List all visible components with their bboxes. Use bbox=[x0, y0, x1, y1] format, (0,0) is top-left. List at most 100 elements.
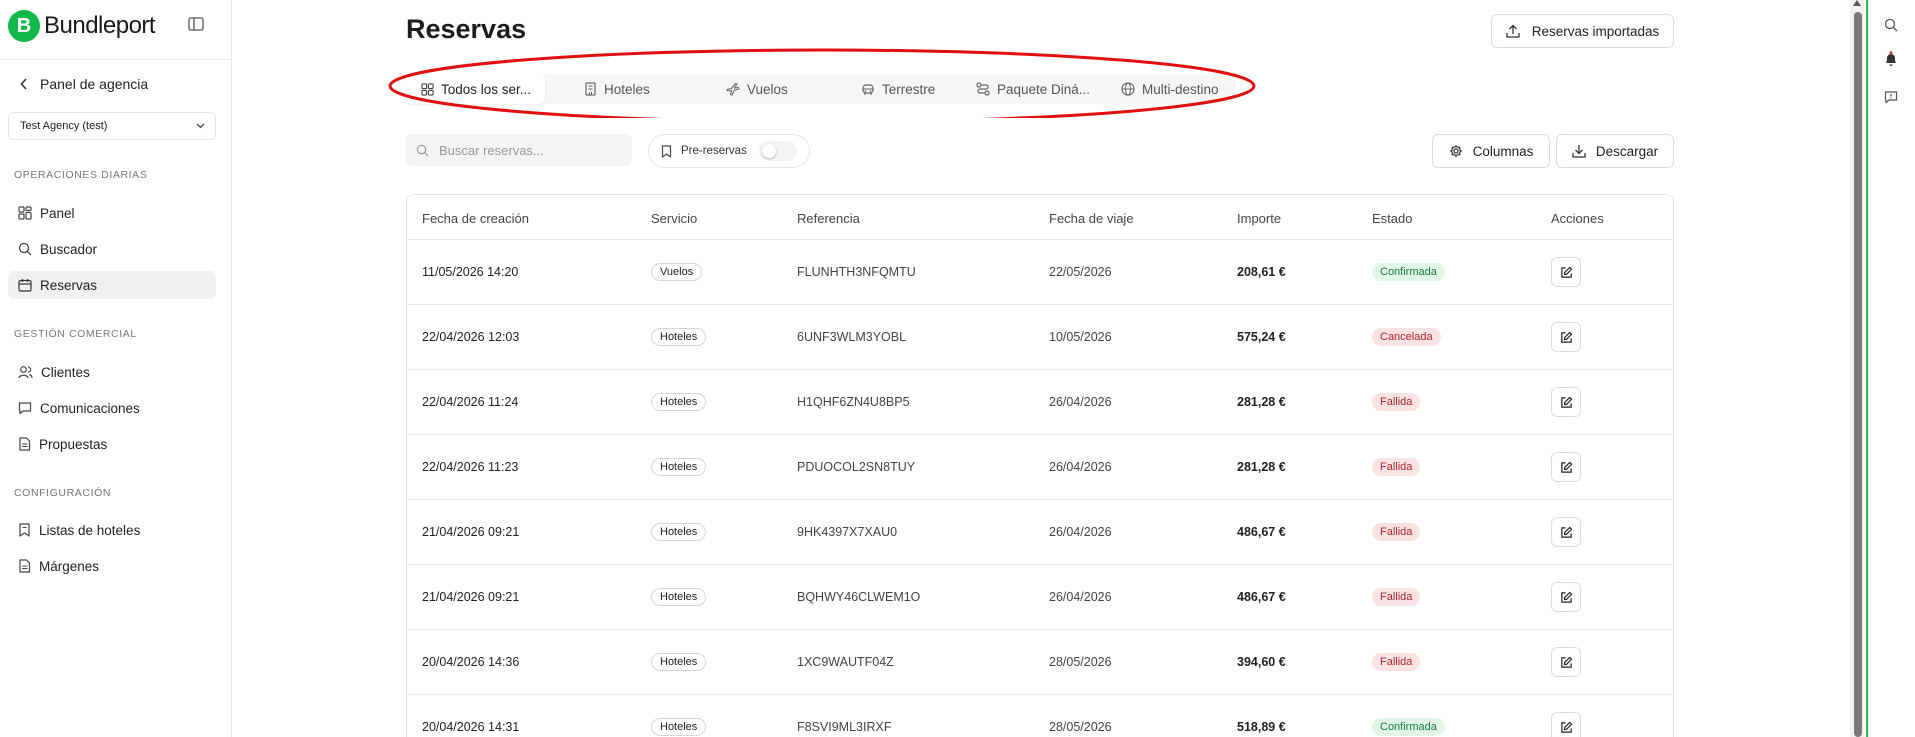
back-to-agency-panel[interactable]: Panel de agencia bbox=[20, 76, 148, 92]
edit-booking-button[interactable] bbox=[1551, 647, 1581, 677]
search-input[interactable] bbox=[439, 142, 619, 158]
created-date-cell: 22/04/2026 12:03 bbox=[422, 330, 520, 344]
status-badge: Fallida bbox=[1372, 458, 1421, 476]
sidebar-item-comunicaciones[interactable]: Comunicaciones bbox=[8, 394, 216, 422]
amount-cell: 208,61 € bbox=[1237, 265, 1286, 279]
sidebar-divider bbox=[0, 59, 231, 60]
sidebar-item-label: Comunicaciones bbox=[40, 400, 140, 416]
chevron-down-icon bbox=[196, 123, 205, 129]
document-icon bbox=[19, 437, 31, 451]
edit-booking-button[interactable] bbox=[1551, 582, 1581, 612]
table-header: Fecha de creación Servicio Referencia Fe… bbox=[407, 195, 1673, 240]
table-row[interactable]: 20/04/2026 14:31 Hoteles F8SVI9ML3IRXF 28/0… bbox=[407, 695, 1673, 737]
service-badge: Hoteles bbox=[651, 523, 707, 541]
sidebar-item-label: Reservas bbox=[40, 277, 98, 293]
tab-multi-destination[interactable]: Multi-destino bbox=[1121, 74, 1219, 104]
tab-label: Paquete Diná... bbox=[997, 81, 1091, 97]
tab-label: Todos los ser... bbox=[441, 81, 532, 97]
page-title: Reservas bbox=[406, 14, 527, 44]
edit-booking-button[interactable] bbox=[1551, 387, 1581, 417]
sidebar-item-label: Panel bbox=[40, 205, 75, 221]
sidebar-item-clientes[interactable]: Clientes bbox=[8, 358, 216, 386]
agency-select[interactable]: Test Agency (test) bbox=[8, 112, 216, 140]
table-row[interactable]: 22/04/2026 11:23 Hoteles PDUOCOL2SN8TUY 26/… bbox=[407, 435, 1673, 500]
edit-booking-button[interactable] bbox=[1551, 257, 1581, 287]
sidebar-item-panel[interactable]: Panel bbox=[8, 199, 216, 227]
sidebar-item-buscador[interactable]: Buscador bbox=[8, 235, 216, 263]
bookmark-icon bbox=[661, 144, 672, 158]
amount-cell: 486,67 € bbox=[1237, 525, 1286, 539]
column-header: Importe bbox=[1237, 211, 1282, 226]
created-date-cell: 22/04/2026 11:24 bbox=[422, 395, 519, 409]
sidebar-item-margenes[interactable]: Márgenes bbox=[8, 552, 216, 580]
search-box[interactable] bbox=[406, 134, 632, 166]
tab-all-services[interactable]: Todos los ser... bbox=[406, 74, 546, 104]
search-icon[interactable] bbox=[1882, 16, 1900, 34]
amount-cell: 394,60 € bbox=[1237, 655, 1286, 669]
edit-booking-button[interactable] bbox=[1551, 517, 1581, 547]
columns-label: Columnas bbox=[1472, 143, 1534, 159]
service-badge: Hoteles bbox=[651, 393, 707, 411]
travel-date-cell: 26/04/2026 bbox=[1049, 460, 1112, 474]
bookmark-list-icon bbox=[19, 523, 30, 537]
sidebar-item-label: Márgenes bbox=[39, 558, 100, 574]
reference-cell: F8SVI9ML3IRXF bbox=[797, 720, 892, 734]
reference-cell: 9HK4397X7XAU0 bbox=[797, 525, 898, 539]
service-badge: Hoteles bbox=[651, 718, 707, 736]
prebook-toggle[interactable] bbox=[758, 141, 797, 161]
section-label-commercial: GESTIÓN COMERCIAL bbox=[14, 328, 137, 340]
edit-icon bbox=[1560, 461, 1572, 473]
status-badge: Fallida bbox=[1372, 653, 1421, 671]
grid-icon bbox=[18, 206, 32, 220]
route-icon bbox=[976, 82, 990, 96]
download-icon bbox=[1572, 145, 1586, 158]
sidebar-toggle-icon[interactable] bbox=[188, 17, 206, 33]
table-row[interactable]: 22/04/2026 11:24 Hoteles H1QHF6ZN4U8BP5 26/… bbox=[407, 370, 1673, 435]
sidebar-item-listas-hoteles[interactable]: Listas de hoteles bbox=[8, 516, 216, 544]
sidebar-item-propuestas[interactable]: Propuestas bbox=[8, 430, 216, 458]
prebook-filter[interactable]: Pre-reservas bbox=[648, 134, 810, 168]
download-button[interactable]: Descargar bbox=[1556, 134, 1674, 168]
tab-flights[interactable]: Vuelos bbox=[726, 74, 788, 104]
amount-cell: 281,28 € bbox=[1237, 395, 1286, 409]
edit-icon bbox=[1560, 526, 1572, 538]
imported-bookings-button[interactable]: Reservas importadas bbox=[1491, 14, 1674, 48]
right-tool-panel bbox=[1868, 0, 1915, 737]
created-date-cell: 20/04/2026 14:31 bbox=[422, 720, 520, 734]
table-row[interactable]: 20/04/2026 14:36 Hoteles 1XC9WAUTF04Z 28/05… bbox=[407, 630, 1673, 695]
tab-label: Hoteles bbox=[604, 81, 650, 97]
tab-hotels[interactable]: Hoteles bbox=[584, 74, 650, 104]
created-date-cell: 11/05/2026 14:20 bbox=[422, 265, 519, 279]
tab-ground[interactable]: Terrestre bbox=[861, 74, 935, 104]
table-row[interactable]: 22/04/2026 12:03 Hoteles 6UNF3WLM3YOBL 10/0… bbox=[407, 305, 1673, 370]
plane-icon bbox=[726, 82, 740, 96]
edit-booking-button[interactable] bbox=[1551, 322, 1581, 352]
scrollbar-thumb[interactable] bbox=[1854, 12, 1862, 737]
sidebar: B Bundleport Panel de agencia Test Agenc… bbox=[0, 0, 232, 737]
created-date-cell: 21/04/2026 09:21 bbox=[422, 525, 520, 539]
edit-booking-button[interactable] bbox=[1551, 452, 1581, 482]
column-header: Fecha de creación bbox=[422, 211, 529, 226]
table-row[interactable]: 11/05/2026 14:20 Vuelos FLUNHTH3NFQMTU 22/0… bbox=[407, 240, 1673, 305]
sidebar-item-label: Listas de hoteles bbox=[39, 522, 141, 538]
document-icon bbox=[19, 559, 31, 573]
sidebar-item-reservas[interactable]: Reservas bbox=[8, 271, 216, 299]
bell-icon[interactable] bbox=[1882, 50, 1900, 68]
hotel-icon bbox=[585, 82, 596, 96]
service-badge: Hoteles bbox=[651, 328, 707, 346]
scroll-up-arrow[interactable] bbox=[1853, 0, 1861, 6]
chevron-left-icon bbox=[20, 78, 27, 90]
imported-bookings-label: Reservas importadas bbox=[1531, 23, 1660, 39]
feedback-icon[interactable] bbox=[1882, 88, 1900, 106]
edit-booking-button[interactable] bbox=[1551, 712, 1581, 737]
table-row[interactable]: 21/04/2026 09:21 Hoteles 9HK4397X7XAU0 26/0… bbox=[407, 500, 1673, 565]
service-badge: Hoteles bbox=[651, 653, 707, 671]
table-row[interactable]: 21/04/2026 09:21 Hoteles BQHWY46CLWEM1O 26/… bbox=[407, 565, 1673, 630]
service-badge: Hoteles bbox=[651, 588, 707, 606]
tab-dynamic-package[interactable]: Paquete Diná... bbox=[976, 74, 1090, 104]
travel-date-cell: 10/05/2026 bbox=[1049, 330, 1112, 344]
status-badge: Confirmada bbox=[1372, 263, 1445, 281]
brand-logo[interactable]: B Bundleport bbox=[8, 10, 156, 42]
brand-name: Bundleport bbox=[44, 12, 156, 39]
columns-button[interactable]: Columnas bbox=[1432, 134, 1550, 168]
